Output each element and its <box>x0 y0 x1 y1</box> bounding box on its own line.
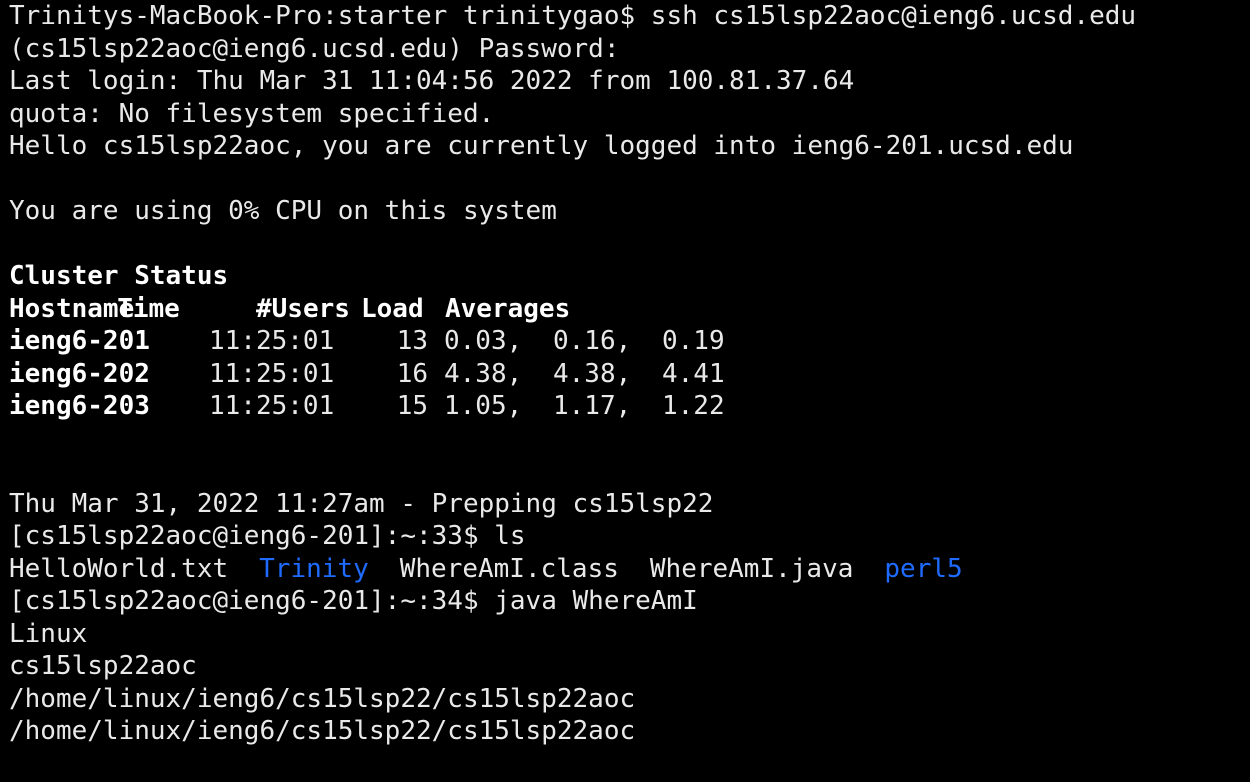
header-time: Time <box>117 293 180 324</box>
terminal-line-ssh-command: Trinitys-MacBook-Pro:starter trinitygao$… <box>9 1 1137 31</box>
terminal-line-quota: quota: No filesystem specified. <box>9 98 495 129</box>
cluster-row-host: ieng6-203 <box>9 391 150 421</box>
terminal-line-cpu: You are using 0% CPU on this system <box>9 196 557 226</box>
ls-file-item: WhereAmI.java <box>649 553 854 584</box>
cluster-row-time: 11:25:01 <box>209 391 335 421</box>
terminal-line-banner: Thu Mar 31, 2022 11:27am - Prepping cs15… <box>9 488 714 519</box>
terminal-line-output: /home/linux/ieng6/cs15lsp22/cs15lsp22aoc <box>9 716 636 746</box>
header-averages: Averages <box>445 293 571 324</box>
ls-directory-item: perl5 <box>884 553 963 584</box>
terminal-line-password-prompt: (cs15lsp22aoc@ieng6.ucsd.edu) Password: <box>9 33 620 64</box>
cluster-row-load-5: 1.17, <box>553 391 632 421</box>
cluster-row-time: 11:25:01 <box>209 358 335 389</box>
cluster-row-load-5: 0.16, <box>553 326 632 356</box>
header-load: Load <box>361 293 424 324</box>
cluster-row: ieng6-202 11:25:01 16 4.38, 4.38, 4.41 <box>9 358 1250 391</box>
cluster-row-users: 16 <box>396 358 428 389</box>
cluster-row-load-15: 0.19 <box>662 326 725 356</box>
terminal-line-hello: Hello cs15lsp22aoc, you are currently lo… <box>9 131 1074 161</box>
cluster-row-load-1: 4.38, <box>444 358 523 389</box>
terminal-window[interactable]: Trinitys-MacBook-Pro:starter trinitygao$… <box>0 0 1250 782</box>
ls-directory-item: Trinity <box>259 553 369 584</box>
terminal-line-java-command: [cs15lsp22aoc@ieng6-201]:~:34$ java Wher… <box>9 586 698 616</box>
cluster-row: ieng6-201 11:25:01 13 0.03, 0.16, 0.19 <box>9 325 1250 358</box>
ls-file-item: WhereAmI.class <box>399 553 619 584</box>
ls-output: HelloWorld.txt Trinity WhereAmI.class Where… <box>9 553 1250 586</box>
cluster-row-time: 11:25:01 <box>209 326 335 356</box>
ls-file-item: HelloWorld.txt <box>9 553 229 584</box>
terminal-line-last-login: Last login: Thu Mar 31 11:04:56 2022 fro… <box>9 66 855 96</box>
cluster-row: ieng6-203 11:25:01 15 1.05, 1.17, 1.22 <box>9 390 1250 423</box>
cluster-status-title: Cluster Status <box>9 261 229 291</box>
cluster-row-load-15: 4.41 <box>662 358 725 389</box>
cluster-row-host: ieng6-202 <box>9 358 150 389</box>
cluster-table-header: HostnameTime #Users Load Averages <box>9 293 1250 326</box>
terminal-line-output: /home/linux/ieng6/cs15lsp22/cs15lsp22aoc <box>9 683 636 714</box>
terminal-line-output: Linux <box>9 618 88 649</box>
cluster-row-load-1: 1.05, <box>444 391 523 421</box>
cluster-row-users: 15 <box>396 391 428 421</box>
terminal-line-ls-command: [cs15lsp22aoc@ieng6-201]:~:33$ ls <box>9 521 526 551</box>
terminal-line-output: cs15lsp22aoc <box>9 651 197 681</box>
cluster-row-load-5: 4.38, <box>553 358 632 389</box>
cluster-row-host: ieng6-201 <box>9 326 150 356</box>
cluster-row-load-1: 0.03, <box>444 326 523 356</box>
cluster-row-users: 13 <box>396 326 428 356</box>
cluster-row-load-15: 1.22 <box>662 391 725 421</box>
